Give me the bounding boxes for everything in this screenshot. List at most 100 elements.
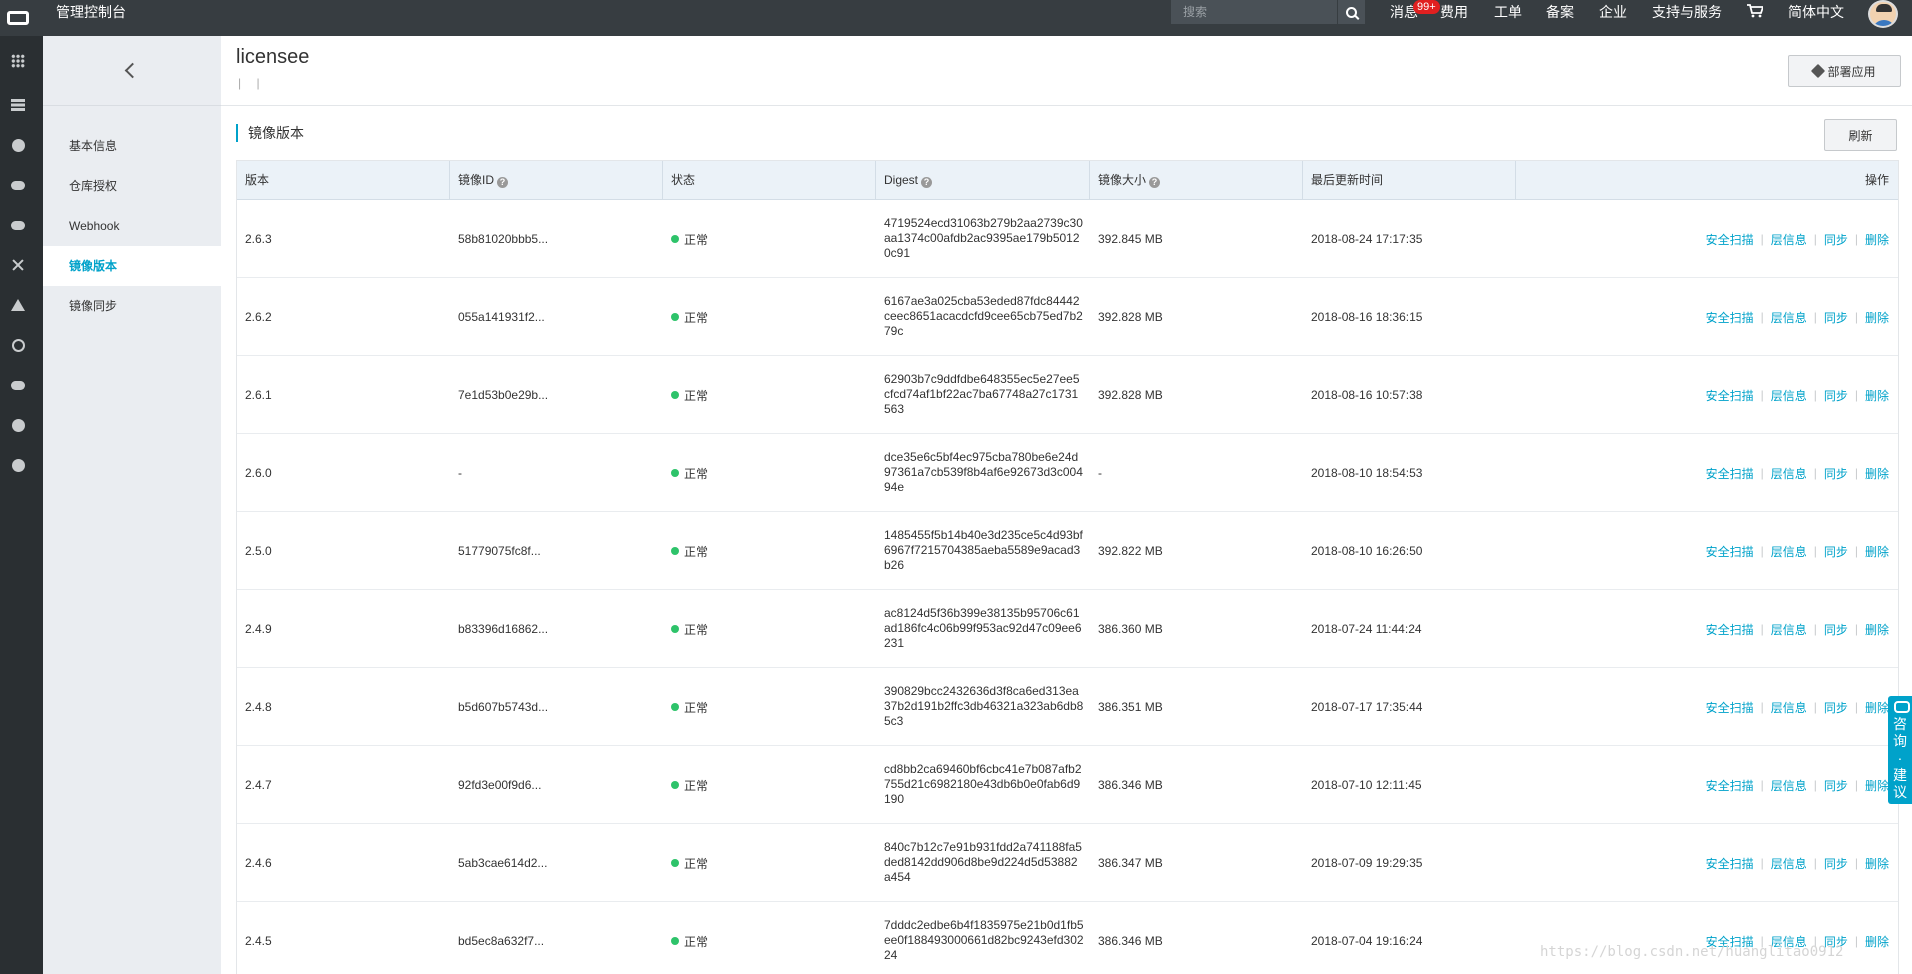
status-text: 正常 — [684, 310, 709, 325]
sync-link[interactable]: 同步 — [1824, 543, 1848, 560]
layer-info-link[interactable]: 层信息 — [1771, 855, 1807, 872]
layer-info-link[interactable]: 层信息 — [1771, 387, 1807, 404]
user-avatar[interactable] — [1868, 0, 1898, 28]
products-grid-icon[interactable] — [11, 54, 25, 68]
globe-icon[interactable] — [11, 338, 25, 352]
nav-support[interactable]: 支持与服务 — [1652, 0, 1722, 24]
container-icon[interactable] — [11, 378, 25, 392]
delete-link[interactable]: 删除 — [1865, 465, 1889, 482]
layer-info-link[interactable]: 层信息 — [1771, 309, 1807, 326]
cell-size: 386.351 MB — [1098, 700, 1163, 714]
security-scan-link[interactable]: 安全扫描 — [1706, 387, 1754, 404]
sync-link[interactable]: 同步 — [1824, 699, 1848, 716]
sync-link[interactable]: 同步 — [1824, 855, 1848, 872]
sidebar-item-image-versions[interactable]: 镜像版本 — [43, 246, 221, 286]
monitor-icon[interactable] — [11, 458, 25, 472]
delete-link[interactable]: 删除 — [1865, 387, 1889, 404]
delete-link[interactable]: 删除 — [1865, 933, 1889, 950]
security-scan-link[interactable]: 安全扫描 — [1706, 777, 1754, 794]
nav-enterprise[interactable]: 企业 — [1599, 0, 1627, 24]
service-icon[interactable] — [11, 418, 25, 432]
table-row: 2.6.1 7e1d53b0e29b... 正常 62903b7c9ddfdbe648… — [237, 356, 1898, 434]
layer-info-link[interactable]: 层信息 — [1771, 543, 1807, 560]
separator: | — [1813, 388, 1817, 402]
security-scan-link[interactable]: 安全扫描 — [1706, 465, 1754, 482]
help-icon[interactable]: ? — [921, 177, 933, 188]
cell-version: 2.4.7 — [245, 778, 272, 792]
sync-link[interactable]: 同步 — [1824, 621, 1848, 638]
cell-status: 正常 — [663, 824, 876, 902]
security-scan-link[interactable]: 安全扫描 — [1706, 309, 1754, 326]
delete-link[interactable]: 删除 — [1865, 855, 1889, 872]
separator: | — [1760, 778, 1764, 792]
sync-link[interactable]: 同步 — [1824, 309, 1848, 326]
cell-image-id: b5d607b5743d... — [458, 700, 549, 714]
cell-status: 正常 — [663, 590, 876, 668]
cell-updated: 2018-07-10 12:11:45 — [1311, 778, 1422, 792]
layer-info-link[interactable]: 层信息 — [1771, 231, 1807, 248]
sidebar-item-webhook[interactable]: Webhook — [43, 206, 221, 246]
help-icon[interactable]: ? — [1149, 177, 1161, 188]
aliyun-logo-icon[interactable] — [0, 0, 36, 36]
back-button[interactable] — [43, 36, 221, 106]
consult-feedback-tab[interactable]: 咨询·建议 — [1888, 696, 1912, 804]
product-icon-rail — [0, 36, 43, 974]
cell-actions: 安全扫描 | 层信息 | 同步 | 删除 — [1706, 512, 1889, 590]
col-image-id: 镜像ID? — [450, 161, 663, 199]
cart-icon[interactable] — [1747, 4, 1763, 18]
cell-updated: 2018-08-16 10:57:38 — [1311, 388, 1423, 402]
layer-info-link[interactable]: 层信息 — [1771, 621, 1807, 638]
deploy-app-button[interactable]: 部署应用 — [1788, 55, 1901, 87]
digest-text: dce35e6c5bf4ec975cba780be6e24d97361a7cb5… — [884, 450, 1083, 494]
nav-icp[interactable]: 备案 — [1546, 0, 1574, 24]
separator: | — [1813, 466, 1817, 480]
search-button[interactable] — [1337, 0, 1365, 24]
cluster-icon[interactable] — [11, 298, 25, 312]
delete-link[interactable]: 删除 — [1865, 699, 1889, 716]
separator: | — [1854, 856, 1858, 870]
separator: | — [1760, 544, 1764, 558]
security-scan-link[interactable]: 安全扫描 — [1706, 699, 1754, 716]
page-subtitle: | | — [238, 76, 266, 90]
delete-link[interactable]: 删除 — [1865, 309, 1889, 326]
upload-icon[interactable] — [11, 218, 25, 232]
security-scan-link[interactable]: 安全扫描 — [1706, 855, 1754, 872]
separator: | — [1854, 778, 1858, 792]
delete-link[interactable]: 删除 — [1865, 231, 1889, 248]
layer-info-link[interactable]: 层信息 — [1771, 699, 1807, 716]
cell-image-id: 055a141931f2... — [458, 310, 545, 324]
delete-link[interactable]: 删除 — [1865, 621, 1889, 638]
cloud-icon[interactable] — [11, 178, 25, 192]
search-input[interactable] — [1171, 0, 1337, 24]
delete-link[interactable]: 删除 — [1865, 777, 1889, 794]
layer-info-link[interactable]: 层信息 — [1771, 465, 1807, 482]
cell-updated: 2018-08-24 17:17:35 — [1311, 232, 1423, 246]
console-title[interactable]: 管理控制台 — [56, 0, 126, 24]
nav-tickets[interactable]: 工单 — [1494, 0, 1522, 24]
status-dot-icon — [671, 547, 679, 555]
separator: | — [1813, 622, 1817, 636]
network-icon[interactable] — [11, 258, 25, 272]
sidebar-item-repo-auth[interactable]: 仓库授权 — [43, 166, 221, 206]
sync-link[interactable]: 同步 — [1824, 231, 1848, 248]
help-icon[interactable]: ? — [497, 177, 509, 188]
sync-link[interactable]: 同步 — [1824, 777, 1848, 794]
nav-language[interactable]: 简体中文 — [1788, 0, 1844, 24]
table-row: 2.4.5 bd5ec8a632f7... 正常 7dddc2edbe6b4f1835… — [237, 902, 1898, 974]
database-icon[interactable] — [11, 138, 25, 152]
chevron-left-icon — [124, 62, 140, 79]
status-text: 正常 — [684, 778, 709, 793]
sidebar-item-basic-info[interactable]: 基本信息 — [43, 126, 221, 166]
sync-link[interactable]: 同步 — [1824, 465, 1848, 482]
security-scan-link[interactable]: 安全扫描 — [1706, 543, 1754, 560]
refresh-button[interactable]: 刷新 — [1824, 119, 1897, 151]
sidebar-item-image-sync[interactable]: 镜像同步 — [43, 286, 221, 326]
delete-link[interactable]: 删除 — [1865, 543, 1889, 560]
server-icon[interactable] — [11, 98, 25, 112]
security-scan-link[interactable]: 安全扫描 — [1706, 231, 1754, 248]
sync-link[interactable]: 同步 — [1824, 387, 1848, 404]
nav-billing[interactable]: 费用 — [1440, 0, 1468, 24]
security-scan-link[interactable]: 安全扫描 — [1706, 621, 1754, 638]
cell-version: 2.6.3 — [245, 232, 272, 246]
layer-info-link[interactable]: 层信息 — [1771, 777, 1807, 794]
